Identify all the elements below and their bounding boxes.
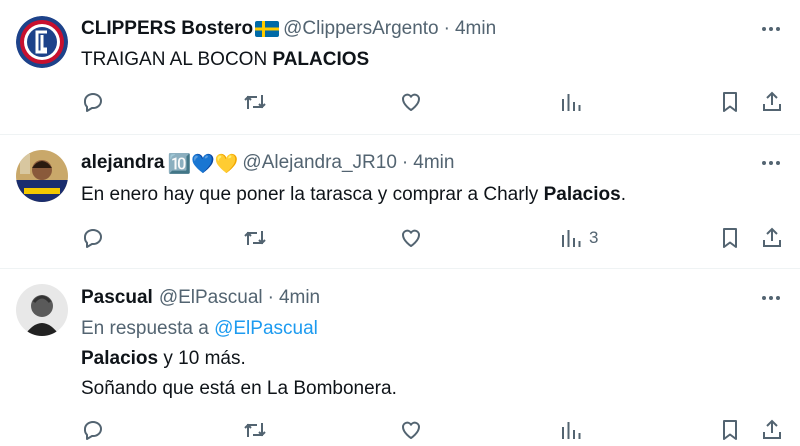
tweet-text-plain: TRAIGAN AL BOCON bbox=[81, 49, 273, 70]
more-icon[interactable] bbox=[760, 18, 782, 40]
action-bar bbox=[81, 90, 784, 114]
separator: · bbox=[401, 152, 409, 173]
tweet-text: En respuesta a @ElPascual Palacios y 10 … bbox=[81, 314, 780, 404]
reply-icon[interactable] bbox=[81, 418, 105, 442]
display-name[interactable]: CLIPPERS Bostero bbox=[81, 18, 253, 40]
share-icon[interactable] bbox=[760, 90, 784, 114]
tweet[interactable]: Pascual @ElPascual · 4min En respuesta a… bbox=[0, 269, 800, 446]
retweet-icon[interactable] bbox=[243, 90, 267, 114]
tweet-header: CLIPPERS Bostero @ClippersArgento · 4min bbox=[81, 17, 740, 41]
retweet-icon[interactable] bbox=[243, 418, 267, 442]
tweet-line: Soñando que está en La Bombonera. bbox=[81, 378, 397, 399]
username[interactable]: @Alejandra_JR10 bbox=[242, 152, 397, 174]
timestamp[interactable]: 4min bbox=[455, 18, 496, 40]
tweet-text-end: . bbox=[620, 184, 626, 205]
bookmark-icon[interactable] bbox=[718, 90, 742, 114]
sweden-flag-icon bbox=[255, 21, 280, 37]
share-icon[interactable] bbox=[760, 226, 784, 250]
heart-icon[interactable] bbox=[399, 90, 423, 114]
tweet-text-bold: Palacios bbox=[81, 348, 159, 369]
retweet-icon[interactable] bbox=[243, 226, 267, 250]
views-icon[interactable] bbox=[559, 418, 589, 442]
avatar[interactable] bbox=[16, 16, 68, 68]
separator: · bbox=[443, 18, 450, 39]
tweet-header: Pascual @ElPascual · 4min bbox=[81, 286, 740, 310]
heart-icon[interactable] bbox=[399, 226, 423, 250]
tweet-text-bold: Palacios bbox=[543, 184, 621, 205]
tweet-text: TRAIGAN AL BOCON PALACIOS bbox=[81, 45, 780, 75]
tweet-text-plain: y 10 más. bbox=[158, 348, 246, 369]
action-bar bbox=[81, 418, 784, 442]
tweet[interactable]: CLIPPERS Bostero @ClippersArgento · 4min… bbox=[0, 0, 800, 135]
tweet-line: Palacios y 10 más. bbox=[81, 344, 780, 374]
tweet-feed: CLIPPERS Bostero @ClippersArgento · 4min… bbox=[0, 0, 800, 446]
badge-emoji: 🔟💙💛 bbox=[167, 152, 239, 175]
reply-context: En respuesta a @ElPascual bbox=[81, 314, 780, 344]
tweet[interactable]: alejandra 🔟💙💛 @Alejandra_JR10 · 4min En … bbox=[0, 135, 800, 269]
username[interactable]: @ClippersArgento bbox=[283, 18, 439, 40]
views-icon[interactable] bbox=[559, 90, 589, 114]
bookmark-icon[interactable] bbox=[718, 418, 742, 442]
views-count: 3 bbox=[589, 228, 599, 247]
timestamp[interactable]: 4min bbox=[279, 287, 320, 309]
bookmark-icon[interactable] bbox=[718, 226, 742, 250]
heart-icon[interactable] bbox=[399, 418, 423, 442]
more-icon[interactable] bbox=[760, 287, 782, 309]
tweet-text-plain: En enero hay que poner la tarasca y comp… bbox=[81, 184, 544, 205]
share-icon[interactable] bbox=[760, 418, 784, 442]
action-bar: 3 bbox=[81, 226, 784, 250]
reply-icon[interactable] bbox=[81, 226, 105, 250]
tweet-text: En enero hay que poner la tarasca y comp… bbox=[81, 180, 780, 210]
tweet-header: alejandra 🔟💙💛 @Alejandra_JR10 · 4min bbox=[81, 151, 740, 175]
display-name[interactable]: alejandra bbox=[81, 152, 164, 174]
views-icon[interactable]: 3 bbox=[559, 226, 598, 250]
tweet-text-bold: PALACIOS bbox=[272, 49, 370, 70]
reply-handle-link[interactable]: @ElPascual bbox=[214, 318, 318, 339]
display-name[interactable]: Pascual bbox=[81, 287, 153, 309]
timestamp[interactable]: 4min bbox=[413, 152, 454, 174]
reply-prefix: En respuesta a bbox=[81, 318, 215, 339]
avatar[interactable] bbox=[16, 150, 68, 202]
avatar[interactable] bbox=[16, 284, 68, 336]
more-icon[interactable] bbox=[760, 152, 782, 174]
separator: · bbox=[267, 287, 274, 308]
username[interactable]: @ElPascual bbox=[159, 287, 263, 309]
reply-icon[interactable] bbox=[81, 90, 105, 114]
